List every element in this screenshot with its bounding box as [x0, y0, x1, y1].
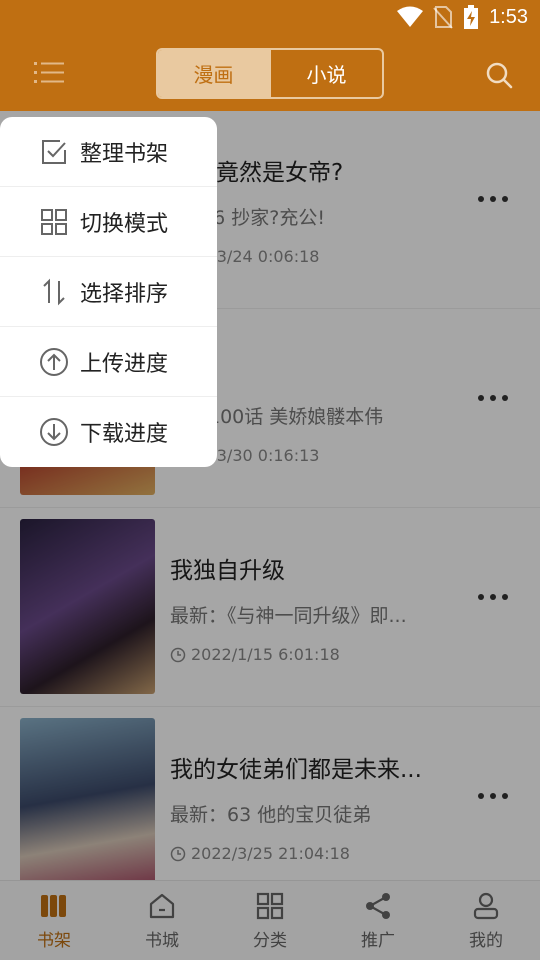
app-header: 漫画 小说: [0, 36, 540, 111]
shelf-popup-menu: 整理书架 切换模式 选择排序 上传进度 下载进度: [0, 117, 217, 467]
nav-bookstore[interactable]: 书城: [108, 881, 216, 960]
nav-profile[interactable]: 我的: [432, 881, 540, 960]
menu-list-icon: [34, 62, 64, 83]
menu-item-switch-mode[interactable]: 切换模式: [0, 187, 217, 257]
nav-bookshelf[interactable]: 书架: [0, 881, 108, 960]
tab-novels[interactable]: 小说: [269, 50, 382, 97]
nav-category-label: 分类: [253, 931, 287, 951]
sort-icon: [43, 278, 65, 305]
menu-item-label: 切换模式: [80, 211, 169, 237]
status-bar: 1:53: [0, 0, 540, 36]
upload-icon: [40, 347, 68, 376]
menu-item-upload-progress[interactable]: 上传进度: [0, 327, 217, 397]
nav-profile-label: 我的: [469, 931, 503, 951]
menu-item-download-progress[interactable]: 下载进度: [0, 397, 217, 467]
tab-comics[interactable]: 漫画: [158, 50, 269, 97]
menu-button[interactable]: [32, 58, 66, 88]
bottom-navigation: 书架 书城 分类 推广 我的: [0, 880, 540, 960]
grid-icon: [41, 208, 67, 235]
user-icon: [473, 892, 499, 920]
menu-item-label: 整理书架: [80, 141, 169, 167]
checkbox-edit-icon: [42, 139, 66, 164]
nav-bookstore-label: 书城: [145, 931, 179, 951]
status-time: 1:53: [489, 5, 528, 28]
home-icon: [149, 893, 175, 919]
nav-promote-label: 推广: [361, 931, 395, 951]
bookshelf-icon: [41, 895, 66, 917]
search-button[interactable]: [484, 60, 514, 90]
nav-category[interactable]: 分类: [216, 881, 324, 960]
menu-item-label: 下载进度: [80, 422, 169, 447]
nav-promote[interactable]: 推广: [324, 881, 432, 960]
menu-item-sort[interactable]: 选择排序: [0, 257, 217, 327]
category-tabs: 漫画 小说: [156, 48, 384, 99]
no-sim-icon: [433, 6, 453, 29]
nav-bookshelf-label: 书架: [37, 931, 71, 951]
battery-charging-icon: [464, 5, 479, 29]
download-icon: [40, 418, 68, 446]
menu-item-label: 选择排序: [80, 281, 169, 307]
wifi-icon: [397, 6, 424, 27]
share-icon: [366, 893, 390, 919]
search-icon: [486, 62, 513, 89]
category-icon: [256, 892, 284, 920]
menu-item-organize[interactable]: 整理书架: [0, 117, 217, 187]
menu-item-label: 上传进度: [80, 351, 169, 377]
